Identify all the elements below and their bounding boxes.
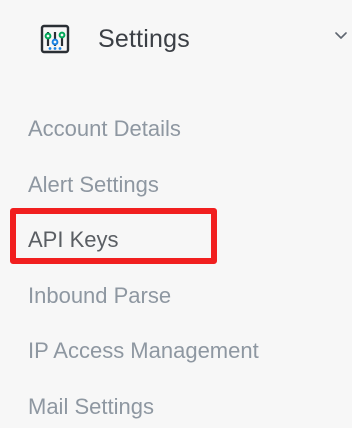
submenu-item-alert-settings[interactable]: Alert Settings xyxy=(28,174,159,196)
submenu-item-ip-access-management[interactable]: IP Access Management xyxy=(28,340,259,362)
submenu-item-inbound-parse[interactable]: Inbound Parse xyxy=(28,285,171,307)
settings-nav: Settings Account Details Alert Settings … xyxy=(0,0,352,428)
settings-sliders-icon xyxy=(38,22,72,56)
submenu-item-account-details[interactable]: Account Details xyxy=(28,118,181,140)
settings-section-title: Settings xyxy=(98,24,190,53)
submenu-item-mail-settings[interactable]: Mail Settings xyxy=(28,396,154,418)
submenu-item-api-keys[interactable]: API Keys xyxy=(28,229,118,251)
settings-section-header[interactable]: Settings xyxy=(38,18,348,60)
chevron-down-icon[interactable] xyxy=(334,29,348,43)
